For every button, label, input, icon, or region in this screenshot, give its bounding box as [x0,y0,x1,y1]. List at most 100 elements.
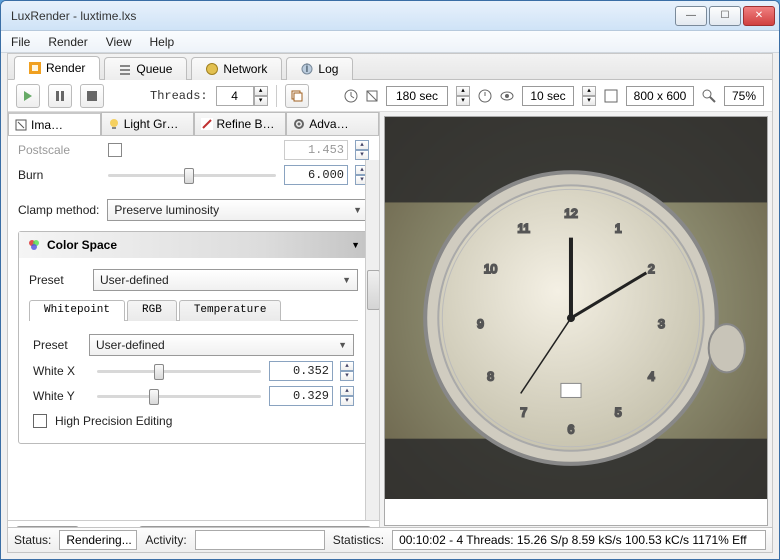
tab-rgb[interactable]: RGB [127,300,177,321]
whitey-label: White Y [33,389,89,403]
window-title: LuxRender - luxtime.lxs [11,9,675,23]
preset-label: Preset [29,273,85,287]
tab-log[interactable]: i Log [286,57,353,80]
subtab-refinebrute[interactable]: Refine B… [194,112,287,135]
display-interval-field[interactable]: 10 sec [522,86,574,106]
main-tabbar: Render Queue Network i Log [8,54,772,80]
menubar: File Render View Help [1,31,779,53]
stats-field: 00:10:02 - 4 Threads: 15.26 S/p 8.59 kS/… [392,530,766,550]
menu-render[interactable]: Render [48,35,87,49]
hiprec-label: High Precision Editing [55,414,172,428]
tab-network-label: Network [223,62,267,76]
chevron-down-icon: ▼ [342,275,351,285]
panel-scrollbar[interactable] [365,160,379,520]
svg-text:3: 3 [658,317,665,331]
wp-preset-combo[interactable]: User-defined▼ [89,334,354,356]
subtab-advanced[interactable]: Adva… [286,112,379,135]
resolution-icon [604,89,618,103]
colorspace-inner-tabs: Whitepoint RGB Temperature [29,299,358,321]
refine-icon [201,118,213,130]
render-icon [29,62,41,74]
clamp-label: Clamp method: [18,203,99,217]
close-button[interactable]: ✕ [743,6,775,26]
maximize-button[interactable]: ☐ [709,6,741,26]
settings-tabbar: Ima… Light Gr… Refine B… Adva… [8,112,379,136]
subtab-lightgroups[interactable]: Light Gr… [101,112,194,135]
play-button[interactable] [16,84,40,108]
queue-icon [119,63,131,75]
svg-text:10: 10 [484,262,498,276]
chevron-down-icon: ▼ [351,240,360,250]
whitex-value[interactable]: 0.352 [269,361,333,381]
settings-panel: Ima… Light Gr… Refine B… Adva… Postscale… [8,112,380,552]
status-field: Rendering... [59,530,137,550]
tab-log-label: Log [318,62,338,76]
threads-spinner[interactable]: 4 ▴▾ [216,86,268,106]
tab-whitepoint[interactable]: Whitepoint [29,300,125,321]
postscale-checkbox[interactable] [108,143,122,157]
toolbar: Threads: 4 ▴▾ 180 sec ▴▾ 10 sec ▴▾ 800 x… [8,80,772,112]
menu-file[interactable]: File [11,35,30,49]
svg-text:12: 12 [564,207,578,221]
chevron-down-icon: ▼ [353,205,362,215]
tab-queue-label: Queue [136,62,172,76]
imaging-icon [15,119,27,131]
log-icon: i [301,63,313,75]
preset-combo[interactable]: User-defined▼ [93,269,358,291]
postscale-label: Postscale [18,143,100,157]
burn-label: Burn [18,168,100,182]
minimize-button[interactable]: — [675,6,707,26]
clamp-combo[interactable]: Preserve luminosity▼ [107,199,369,221]
write-target-icon [366,90,378,102]
svg-text:4: 4 [648,369,655,383]
lightbulb-icon [108,118,120,130]
colorspace-section: Color Space ▼ Preset User-defined▼ White… [18,231,369,444]
stop-button[interactable] [80,84,104,108]
tab-network[interactable]: Network [191,57,282,80]
svg-text:2: 2 [648,262,655,276]
render-viewport-panel: 12369 1245 781011 ◂ ⋮⋮⋮ [380,112,772,552]
pause-button[interactable] [48,84,72,108]
svg-text:i: i [306,63,309,75]
write-interval-field[interactable]: 180 sec [386,86,448,106]
threads-up[interactable]: ▴ [254,86,268,96]
gear-icon [293,118,305,130]
svg-text:9: 9 [477,317,484,331]
status-label: Status: [14,533,51,547]
titlebar: LuxRender - luxtime.lxs — ☐ ✕ [1,1,779,31]
statusbar: Status: Rendering... Activity: Statistic… [7,527,773,553]
clock-display-icon [478,89,492,103]
tab-render[interactable]: Render [14,56,100,80]
threads-label: Threads: [150,89,208,103]
eye-icon [500,91,514,101]
burn-value[interactable]: 6.000 [284,165,348,185]
tab-temperature[interactable]: Temperature [179,300,282,321]
subtab-imaging[interactable]: Ima… [8,112,101,135]
threads-value[interactable]: 4 [216,86,254,106]
client-area: Render Queue Network i Log Threads: 4 [7,53,773,553]
zoom-field[interactable]: 75% [724,86,764,106]
tab-queue[interactable]: Queue [104,57,187,80]
whitex-slider[interactable] [97,362,261,380]
burn-slider[interactable] [108,166,276,184]
colorspace-header[interactable]: Color Space ▼ [19,232,368,258]
activity-label: Activity: [145,533,186,547]
copy-button[interactable] [285,84,309,108]
menu-view[interactable]: View [106,35,132,49]
whitey-value[interactable]: 0.329 [269,386,333,406]
svg-text:7: 7 [520,406,527,420]
svg-text:5: 5 [615,406,622,420]
hiprec-checkbox[interactable] [33,414,47,428]
threads-down[interactable]: ▾ [254,96,268,106]
whitey-slider[interactable] [97,387,261,405]
svg-text:11: 11 [517,222,530,236]
svg-text:8: 8 [487,369,494,383]
chevron-down-icon: ▼ [338,340,347,350]
menu-help[interactable]: Help [150,35,175,49]
network-icon [206,63,218,75]
whitex-label: White X [33,364,89,378]
render-viewport[interactable]: 12369 1245 781011 [384,116,768,526]
wp-preset-label: Preset [33,338,81,352]
colorspace-icon [27,238,41,252]
postscale-value[interactable]: 1.453 [284,140,348,160]
